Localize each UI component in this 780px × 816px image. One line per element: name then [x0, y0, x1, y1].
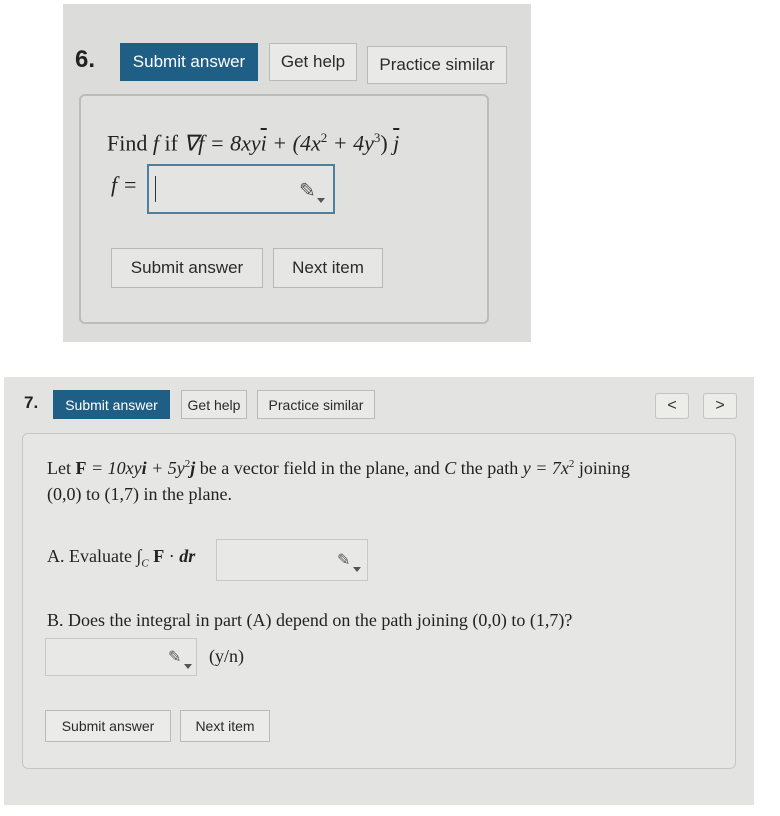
- submit-answer-top-button[interactable]: Submit answer: [53, 390, 170, 419]
- chevron-right-icon: >: [715, 397, 725, 414]
- chevron-down-icon[interactable]: [353, 567, 361, 572]
- pencil-icon[interactable]: ✎: [299, 178, 316, 203]
- next-item-nav-button[interactable]: >: [703, 393, 737, 419]
- part-a-F: F: [153, 546, 165, 566]
- statement-F: F: [75, 458, 87, 478]
- submit-answer-button[interactable]: Submit answer: [45, 710, 171, 742]
- next-item-button[interactable]: Next item: [273, 248, 383, 288]
- prompt-plus: + (4x: [272, 130, 321, 156]
- part-b-question: B. Does the integral in part (A) depend …: [47, 610, 573, 630]
- question-number: 7.: [24, 393, 39, 412]
- text-cursor: [155, 176, 156, 202]
- chevron-left-icon: <: [667, 397, 677, 414]
- statement-line-2: (0,0) to (1,7) in the plane.: [47, 484, 232, 504]
- pencil-icon[interactable]: ✎: [337, 550, 350, 570]
- practice-similar-button[interactable]: Practice similar: [257, 390, 375, 419]
- practice-similar-button[interactable]: Practice similar: [367, 46, 507, 84]
- question-panel: Find f if ∇f = 8xyi + (4x2 + 4y3) j f = …: [79, 94, 489, 324]
- prompt-i-vector: i: [260, 130, 267, 156]
- pencil-icon[interactable]: ✎: [168, 647, 181, 667]
- part-a-dot: ·: [168, 546, 175, 566]
- prompt-gradient: ∇f = 8xy: [183, 130, 261, 156]
- statement-let: Let: [47, 458, 71, 478]
- statement-desc1: be a vector field in the plane, and: [195, 458, 445, 478]
- prompt-if: if: [164, 130, 178, 156]
- statement-C: C: [444, 458, 457, 478]
- statement-path-y: y: [522, 458, 531, 478]
- question-6-screenshot: 6. Submit answer Get help Practice simil…: [63, 4, 531, 342]
- prompt-f: f: [152, 130, 159, 156]
- part-b-input[interactable]: ✎: [45, 638, 197, 676]
- prompt-mid: + 4y: [327, 130, 374, 156]
- statement-desc3: joining: [574, 458, 630, 478]
- statement-path-eq: = 7x: [530, 458, 569, 478]
- question-panel: Let F = 10xyi + 5y2j be a vector field i…: [22, 433, 736, 769]
- yn-hint: (y/n): [209, 646, 244, 666]
- previous-item-button[interactable]: <: [655, 393, 689, 419]
- part-a-label: A. Evaluate ∫C F · dr: [47, 546, 195, 570]
- statement-plus: + 5y: [146, 458, 185, 478]
- prompt-close: ): [380, 130, 388, 156]
- prompt-find: Find: [107, 130, 148, 156]
- part-a-input[interactable]: ✎: [216, 539, 368, 581]
- prompt-j-vector: j: [393, 130, 400, 156]
- part-a-dr: dr: [179, 546, 196, 566]
- submit-answer-button[interactable]: Submit answer: [111, 248, 263, 288]
- statement-eq: = 10xy: [86, 458, 142, 478]
- answer-input[interactable]: ✎: [147, 164, 335, 214]
- part-a-prefix: A. Evaluate: [47, 546, 132, 566]
- question-prompt: Find f if ∇f = 8xyi + (4x2 + 4y3) j: [107, 130, 399, 156]
- chevron-down-icon[interactable]: [317, 198, 325, 203]
- statement-desc2: the path: [456, 458, 523, 478]
- question-number: 6.: [75, 46, 96, 73]
- answer-label: f =: [111, 172, 138, 197]
- part-a-sub: C: [141, 557, 149, 570]
- submit-answer-top-button[interactable]: Submit answer: [120, 43, 258, 81]
- question-statement: Let F = 10xyi + 5y2j be a vector field i…: [47, 458, 630, 479]
- chevron-down-icon[interactable]: [184, 664, 192, 669]
- get-help-button[interactable]: Get help: [269, 43, 357, 81]
- next-item-button[interactable]: Next item: [180, 710, 270, 742]
- get-help-button[interactable]: Get help: [181, 390, 247, 419]
- question-7-screenshot: 7. Submit answer Get help Practice simil…: [4, 377, 754, 805]
